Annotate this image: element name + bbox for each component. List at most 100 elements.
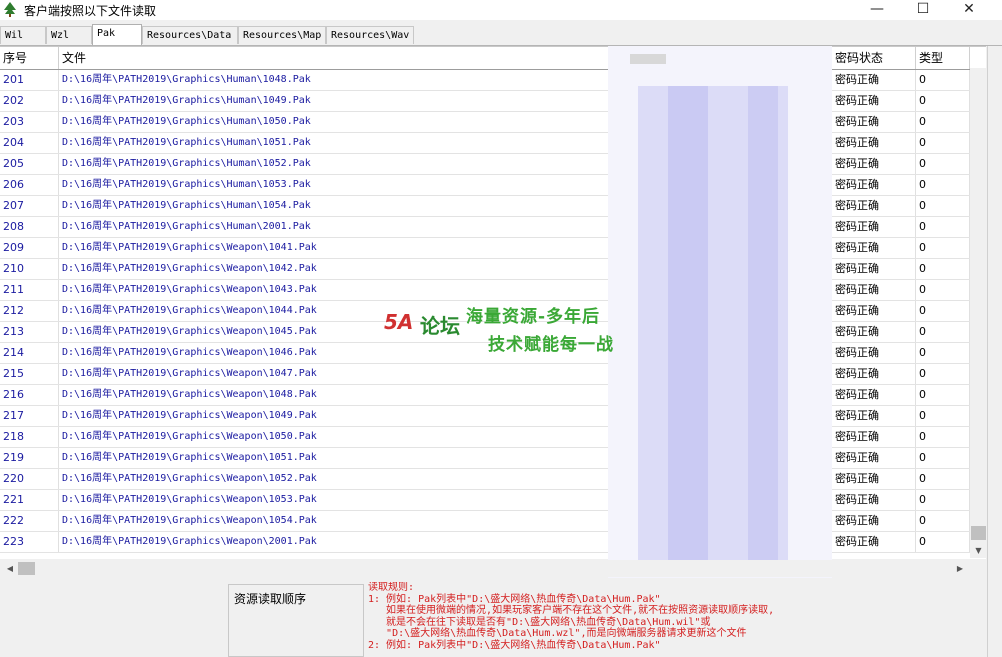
row-file-path: D:\16周年\PATH2019\Graphics\Human\2001.Pak [59, 217, 609, 237]
row-file-path: D:\16周年\PATH2019\Graphics\Weapon\1042.Pa… [59, 259, 609, 279]
table-row[interactable]: 207 D:\16周年\PATH2019\Graphics\Human\1054.… [0, 196, 986, 217]
table-row[interactable]: 219 D:\16周年\PATH2019\Graphics\Weapon\1051… [0, 448, 986, 469]
table-row[interactable]: 209 D:\16周年\PATH2019\Graphics\Weapon\1041… [0, 238, 986, 259]
row-index: 201 [0, 70, 59, 90]
row-file-path: D:\16周年\PATH2019\Graphics\Human\1053.Pak [59, 175, 609, 195]
row-password-status: 密码正确 [832, 217, 916, 237]
row-password-status: 密码正确 [832, 406, 916, 426]
table-row[interactable]: 205 D:\16周年\PATH2019\Graphics\Human\1052.… [0, 154, 986, 175]
vertical-scrollbar[interactable]: ▼ [970, 68, 987, 558]
header-index[interactable]: 序号 [0, 47, 59, 69]
row-file-path: D:\16周年\PATH2019\Graphics\Human\1054.Pak [59, 196, 609, 216]
table-row[interactable]: 210 D:\16周年\PATH2019\Graphics\Weapon\1042… [0, 259, 986, 280]
row-index: 220 [0, 469, 59, 489]
row-type: 0 [916, 532, 970, 552]
table-row[interactable]: 203 D:\16周年\PATH2019\Graphics\Human\1050.… [0, 112, 986, 133]
tab-wzl[interactable]: Wzl [46, 26, 92, 44]
row-type: 0 [916, 322, 970, 342]
row-file-path: D:\16周年\PATH2019\Graphics\Weapon\1048.Pa… [59, 385, 609, 405]
row-type: 0 [916, 196, 970, 216]
maximize-button[interactable]: ☐ [900, 0, 946, 20]
row-type: 0 [916, 406, 970, 426]
row-type: 0 [916, 280, 970, 300]
window-edge [987, 46, 1002, 657]
window-title: 客户端按照以下文件读取 [24, 4, 157, 18]
tab-resources-data[interactable]: Resources\Data [142, 26, 238, 44]
row-type: 0 [916, 448, 970, 468]
row-password-status: 密码正确 [832, 280, 916, 300]
tab-pak[interactable]: Pak [92, 24, 142, 45]
table-row[interactable]: 208 D:\16周年\PATH2019\Graphics\Human\2001.… [0, 217, 986, 238]
row-file-path: D:\16周年\PATH2019\Graphics\Human\1048.Pak [59, 70, 609, 90]
row-type: 0 [916, 217, 970, 237]
row-index: 210 [0, 259, 59, 279]
read-order-title: 资源读取顺序 [234, 592, 307, 606]
tab-resources-map[interactable]: Resources\Map [238, 26, 326, 44]
redacted-region [608, 46, 832, 578]
row-file-path: D:\16周年\PATH2019\Graphics\Human\1052.Pak [59, 154, 609, 174]
header-status[interactable]: 密码状态 [832, 47, 916, 69]
close-button[interactable]: ✕ [946, 0, 992, 20]
row-index: 206 [0, 175, 59, 195]
row-password-status: 密码正确 [832, 301, 916, 321]
row-index: 208 [0, 217, 59, 237]
row-index: 222 [0, 511, 59, 531]
table-row[interactable]: 223 D:\16周年\PATH2019\Graphics\Weapon\2001… [0, 532, 986, 553]
table-row[interactable]: 217 D:\16周年\PATH2019\Graphics\Weapon\1049… [0, 406, 986, 427]
table-row[interactable]: 202 D:\16周年\PATH2019\Graphics\Human\1049.… [0, 91, 986, 112]
row-file-path: D:\16周年\PATH2019\Graphics\Weapon\1052.Pa… [59, 469, 609, 489]
row-index: 219 [0, 448, 59, 468]
row-password-status: 密码正确 [832, 448, 916, 468]
table-row[interactable]: 201 D:\16周年\PATH2019\Graphics\Human\1048.… [0, 70, 986, 91]
row-index: 214 [0, 343, 59, 363]
row-file-path: D:\16周年\PATH2019\Graphics\Weapon\1049.Pa… [59, 406, 609, 426]
forum-watermark: 5A 论坛 海量资源-多年后 技术赋能每一战 [378, 292, 628, 364]
watermark-logo-cn: 论坛 [420, 314, 460, 338]
row-password-status: 密码正确 [832, 343, 916, 363]
row-index: 211 [0, 280, 59, 300]
minimize-button[interactable]: — [854, 0, 900, 20]
vertical-scroll-thumb[interactable] [971, 526, 986, 540]
row-file-path: D:\16周年\PATH2019\Graphics\Weapon\1047.Pa… [59, 364, 609, 384]
row-file-path: D:\16周年\PATH2019\Graphics\Weapon\1053.Pa… [59, 490, 609, 510]
scroll-down-icon[interactable]: ▼ [970, 544, 987, 558]
table-row[interactable]: 204 D:\16周年\PATH2019\Graphics\Human\1051.… [0, 133, 986, 154]
row-index: 216 [0, 385, 59, 405]
horizontal-scroll-thumb[interactable] [18, 562, 35, 575]
tab-resources-wav[interactable]: Resources\Wav [326, 26, 414, 44]
table-row[interactable]: 206 D:\16周年\PATH2019\Graphics\Human\1053.… [0, 175, 986, 196]
table-row[interactable]: 221 D:\16周年\PATH2019\Graphics\Weapon\1053… [0, 490, 986, 511]
row-password-status: 密码正确 [832, 238, 916, 258]
horizontal-scrollbar[interactable]: ◀ ▶ [0, 560, 970, 577]
table-row[interactable]: 218 D:\16周年\PATH2019\Graphics\Weapon\1050… [0, 427, 986, 448]
read-rules-text: 读取规则: 1: 例如: Pak列表中"D:\盛大网络\热血传奇\Data\Hu… [368, 582, 775, 651]
row-index: 217 [0, 406, 59, 426]
row-type: 0 [916, 364, 970, 384]
row-file-path: D:\16周年\PATH2019\Graphics\Human\1051.Pak [59, 133, 609, 153]
row-password-status: 密码正确 [832, 385, 916, 405]
row-password-status: 密码正确 [832, 364, 916, 384]
row-password-status: 密码正确 [832, 469, 916, 489]
row-password-status: 密码正确 [832, 322, 916, 342]
row-type: 0 [916, 343, 970, 363]
table-row[interactable]: 215 D:\16周年\PATH2019\Graphics\Weapon\1047… [0, 364, 986, 385]
table-row[interactable]: 220 D:\16周年\PATH2019\Graphics\Weapon\1052… [0, 469, 986, 490]
watermark-line2: 技术赋能每一战 [488, 335, 614, 355]
row-password-status: 密码正确 [832, 91, 916, 111]
header-type[interactable]: 类型 [916, 47, 970, 69]
row-index: 204 [0, 133, 59, 153]
grid-header: 序号 文件 密码状态 类型 [0, 47, 986, 70]
row-type: 0 [916, 511, 970, 531]
scroll-right-icon[interactable]: ▶ [952, 560, 968, 577]
row-index: 212 [0, 301, 59, 321]
table-row[interactable]: 222 D:\16周年\PATH2019\Graphics\Weapon\1054… [0, 511, 986, 532]
row-type: 0 [916, 427, 970, 447]
tab-wil[interactable]: Wil [0, 26, 46, 44]
row-type: 0 [916, 70, 970, 90]
row-type: 0 [916, 469, 970, 489]
row-file-path: D:\16周年\PATH2019\Graphics\Weapon\1051.Pa… [59, 448, 609, 468]
scroll-left-icon[interactable]: ◀ [2, 560, 18, 577]
row-type: 0 [916, 490, 970, 510]
row-type: 0 [916, 301, 970, 321]
table-row[interactable]: 216 D:\16周年\PATH2019\Graphics\Weapon\1048… [0, 385, 986, 406]
